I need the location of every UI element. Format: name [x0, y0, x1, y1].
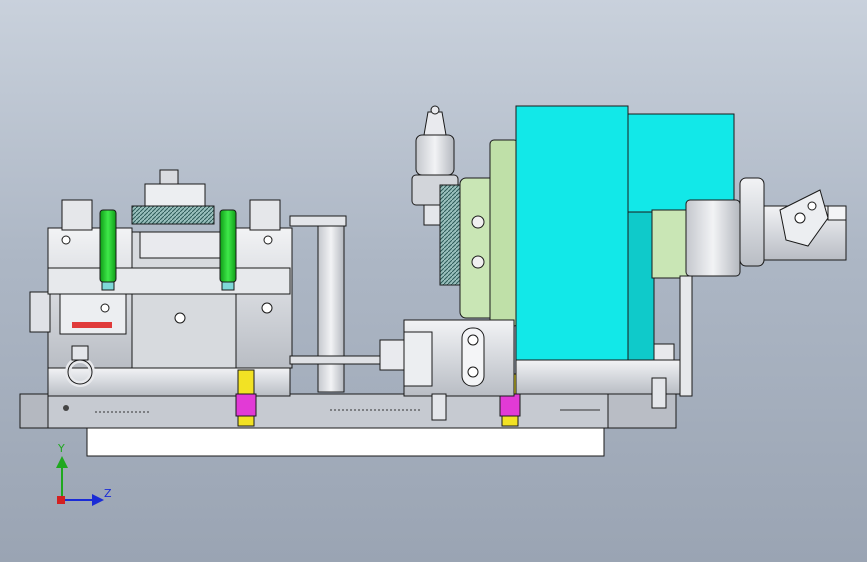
fastener-left — [235, 369, 257, 427]
cad-viewport[interactable]: Y Z — [0, 0, 867, 562]
green-cylinder-right — [219, 209, 237, 291]
z-axis-arrow — [92, 494, 104, 506]
base-plate — [19, 393, 677, 457]
right-shaft — [651, 177, 847, 397]
y-axis-arrow — [56, 456, 68, 468]
cad-model-drawing[interactable] — [0, 0, 867, 562]
center-link — [289, 215, 407, 393]
y-axis-label: Y — [58, 442, 65, 455]
gear-head — [459, 139, 519, 327]
z-axis-label: Z — [104, 487, 112, 500]
origin-marker — [57, 496, 65, 504]
axis-triad — [56, 456, 104, 506]
tool-holder — [411, 105, 463, 286]
green-cylinder-left — [99, 209, 117, 291]
